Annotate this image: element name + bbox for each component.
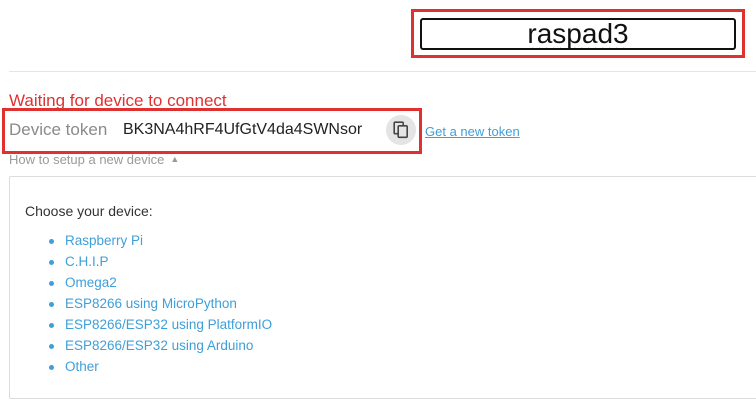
get-new-token-link[interactable]: Get a new token [425,124,520,140]
setup-toggle[interactable]: How to setup a new device ▲ [9,151,179,168]
device-name-input[interactable] [420,18,736,50]
device-setup-page: Waiting for device to connect Device tok… [0,0,756,407]
device-option-label: Raspberry Pi [65,233,144,248]
device-option-omega2[interactable]: Omega2 [25,274,272,295]
device-list: Raspberry Pi C.H.I.P Omega2 ESP8266 usin… [25,232,272,379]
device-option-chip[interactable]: C.H.I.P [25,253,272,274]
choose-device-label: Choose your device: [25,203,153,219]
copy-icon [393,121,408,139]
device-option-label: C.H.I.P [65,254,109,269]
bullet [49,281,54,286]
bullet [49,323,54,328]
divider [9,71,756,72]
bullet [49,239,54,244]
device-option-esp8266-micropython[interactable]: ESP8266 using MicroPython [25,295,272,316]
bullet [49,260,54,265]
device-option-label: ESP8266 using MicroPython [65,296,237,311]
setup-panel: Choose your device: Raspberry Pi C.H.I.P… [9,176,756,399]
bullet [49,344,54,349]
caret-up-icon: ▲ [170,154,180,164]
bullet [49,365,54,370]
device-option-label: ESP8266/ESP32 using Arduino [65,338,254,353]
device-option-raspberry-pi[interactable]: Raspberry Pi [25,232,272,253]
device-option-other[interactable]: Other [25,358,272,379]
bullet [49,302,54,307]
device-option-esp-arduino[interactable]: ESP8266/ESP32 using Arduino [25,337,272,358]
device-option-esp-platformio[interactable]: ESP8266/ESP32 using PlatformIO [25,316,272,337]
setup-toggle-label: How to setup a new device [9,152,165,167]
device-name-highlight [411,9,745,58]
device-option-label: ESP8266/ESP32 using PlatformIO [65,317,273,332]
device-token-value[interactable]: BK3NA4hRF4UfGtV4da4SWNsor [123,120,384,140]
device-option-label: Other [65,359,99,374]
device-option-label: Omega2 [65,275,117,290]
copy-token-button[interactable] [386,115,416,145]
device-token-label: Device token [9,120,108,139]
